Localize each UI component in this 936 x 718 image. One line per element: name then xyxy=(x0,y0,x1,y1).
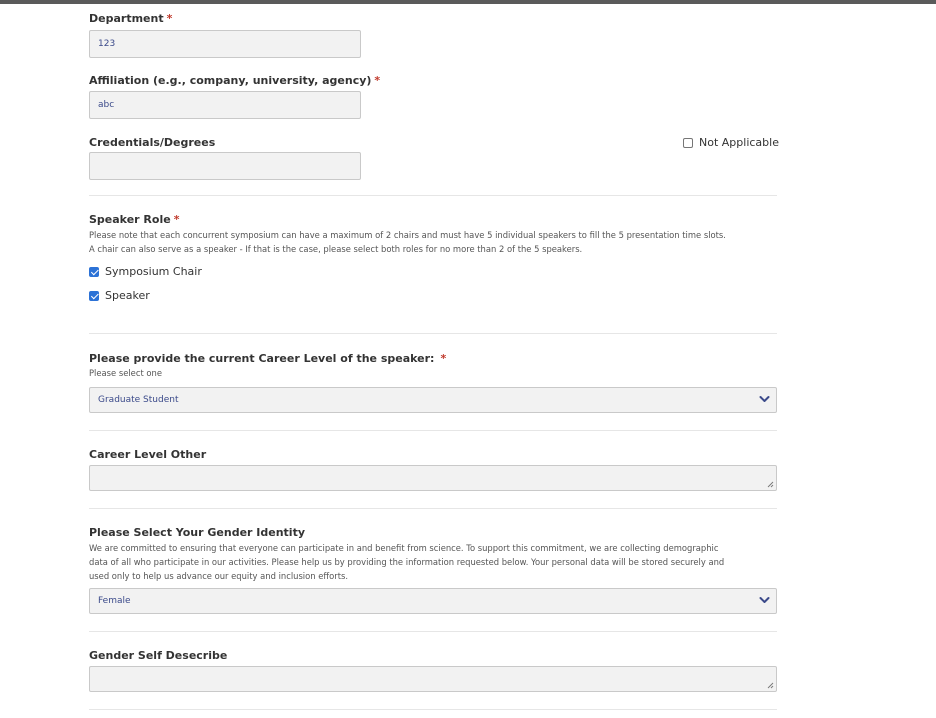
section-divider xyxy=(89,631,777,632)
gender-identity-select[interactable]: Female xyxy=(89,588,777,614)
required-marker: * xyxy=(440,352,447,365)
career-level-select[interactable]: Graduate Student xyxy=(89,387,777,413)
top-bar xyxy=(0,0,936,4)
symposium-chair-checkbox-row[interactable]: Symposium Chair xyxy=(89,265,202,278)
speaker-role-help: Please note that each concurrent symposi… xyxy=(89,228,777,256)
not-applicable-checkbox-row[interactable]: Not Applicable xyxy=(683,136,779,149)
credentials-label: Credentials/Degrees xyxy=(89,136,216,149)
section-divider xyxy=(89,195,777,196)
speaker-role-label: Speaker Role * xyxy=(89,213,180,226)
career-level-selected: Graduate Student xyxy=(98,395,179,405)
gender-identity-help-line: used only to help us advance our equity … xyxy=(89,571,349,581)
not-applicable-checkbox[interactable] xyxy=(683,137,693,148)
department-label: Department * xyxy=(89,12,173,25)
chevron-down-icon xyxy=(759,597,770,603)
section-divider xyxy=(89,709,777,710)
gender-identity-help-line: data of all who participate in our activ… xyxy=(89,557,725,567)
resize-grip-icon[interactable] xyxy=(766,480,774,488)
department-value: 123 xyxy=(98,39,116,49)
career-level-help: Please select one xyxy=(89,368,162,378)
speaker-role-help-line: A chair can also serve as a speaker - If… xyxy=(89,244,583,254)
speaker-label: Speaker xyxy=(105,289,150,302)
speaker-checkbox[interactable] xyxy=(89,290,99,301)
affiliation-label: Affiliation (e.g., company, university, … xyxy=(89,74,381,87)
gender-identity-help: We are committed to ensuring that everyo… xyxy=(89,541,777,583)
symposium-chair-label: Symposium Chair xyxy=(105,265,202,278)
career-level-label: Please provide the current Career Level … xyxy=(89,352,447,365)
gender-self-describe-label: Gender Self Desecribe xyxy=(89,649,228,662)
not-applicable-label: Not Applicable xyxy=(699,136,779,149)
resize-grip-icon[interactable] xyxy=(766,681,774,689)
required-marker: * xyxy=(173,213,180,226)
gender-identity-label: Please Select Your Gender Identity xyxy=(89,526,305,539)
career-level-other-textarea[interactable] xyxy=(89,465,777,491)
speaker-checkbox-row[interactable]: Speaker xyxy=(89,289,150,302)
chevron-down-icon xyxy=(759,396,770,402)
speaker-role-help-line: Please note that each concurrent symposi… xyxy=(89,230,726,240)
gender-self-describe-textarea[interactable] xyxy=(89,666,777,692)
section-divider xyxy=(89,508,777,509)
department-input[interactable]: 123 xyxy=(89,30,361,58)
gender-identity-selected: Female xyxy=(98,596,131,606)
required-marker: * xyxy=(374,74,381,87)
symposium-chair-checkbox[interactable] xyxy=(89,266,99,277)
section-divider xyxy=(89,430,777,431)
required-marker: * xyxy=(166,12,173,25)
credentials-input[interactable] xyxy=(89,152,361,180)
career-level-other-label: Career Level Other xyxy=(89,448,207,461)
gender-identity-help-line: We are committed to ensuring that everyo… xyxy=(89,543,719,553)
section-divider xyxy=(89,333,777,334)
affiliation-value: abc xyxy=(98,100,115,110)
affiliation-input[interactable]: abc xyxy=(89,91,361,119)
